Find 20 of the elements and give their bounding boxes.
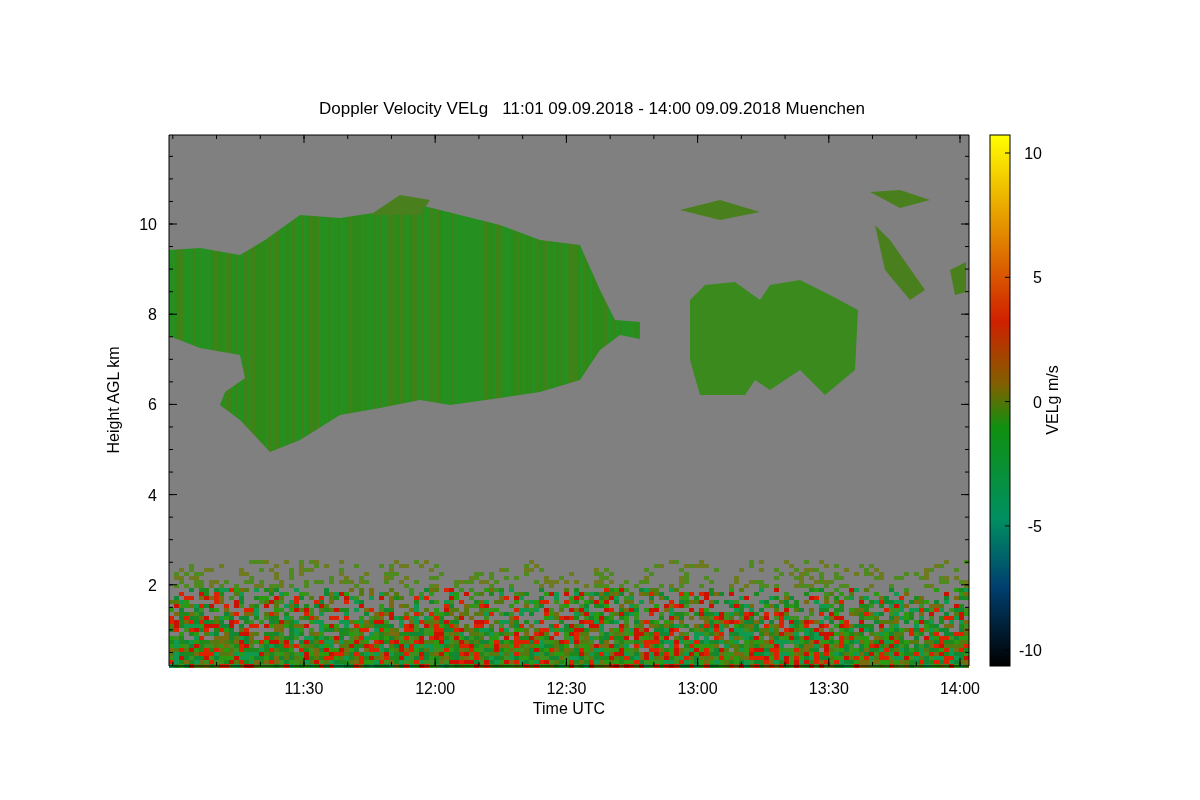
x-tick-label: 12:30 [546,680,587,697]
x-tick-label: 11:30 [284,680,324,697]
x-tick-label: 14:00 [940,680,980,697]
colorbar-tick-label: 0 [1033,393,1042,411]
x-tick-label: 13:30 [808,680,849,697]
x-axis-label: Time UTC [532,700,606,717]
y-tick-label: 2 [148,576,157,594]
y-axis-label: Height AGL km [105,346,122,454]
x-tick-label: 12:00 [415,680,456,697]
x-tick-label: 13:00 [677,680,718,697]
colorbar-tick-label: -5 [1027,517,1042,535]
colorbar-label: VELg m/s [1044,365,1061,435]
colorbar-tick-label: 5 [1033,269,1042,287]
colorbar-tick-label: 10 [1024,145,1042,162]
y-tick-label: 10 [139,216,157,233]
y-tick-label: 6 [148,396,157,414]
y-tick-label: 8 [148,306,157,324]
colorbar-tick-label: -10 [1018,642,1042,660]
y-tick-label: 4 [148,486,157,504]
chart-title: Doppler Velocity VELg 11:01 09.09.2018 - 14:00 09.09.2018 Muenchen [319,99,865,118]
